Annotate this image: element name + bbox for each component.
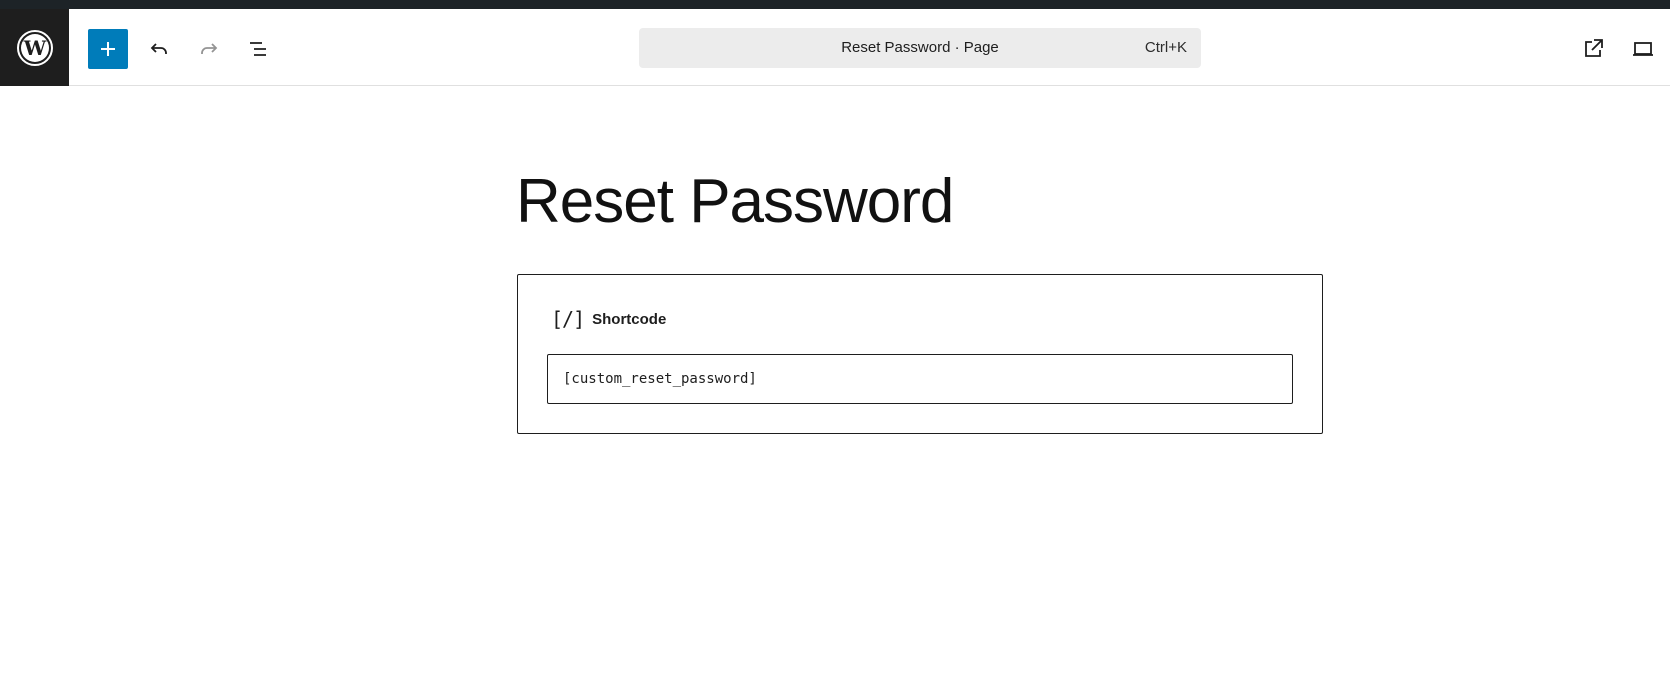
view-page-button[interactable]: [1573, 29, 1613, 69]
shortcode-input[interactable]: [custom_reset_password]: [547, 354, 1293, 404]
list-view-button[interactable]: [239, 29, 279, 69]
document-title: Reset Password · Page: [841, 39, 999, 56]
undo-icon: [150, 43, 167, 54]
undo-button[interactable]: [139, 29, 179, 69]
list-view-icon: [250, 42, 266, 56]
shortcode-icon: [/]: [551, 307, 585, 331]
plus-icon: [101, 42, 115, 56]
block-label: [/] Shortcode: [551, 305, 666, 333]
editor-canvas: Reset Password [/] Shortcode [custom_res…: [0, 87, 1670, 677]
block-name: Shortcode: [592, 310, 667, 328]
add-block-button[interactable]: [88, 29, 128, 69]
svg-text:W: W: [22, 36, 46, 60]
preview-device-button[interactable]: [1623, 29, 1663, 69]
top-strip: [0, 0, 1670, 9]
page-title[interactable]: Reset Password: [516, 162, 1316, 242]
editor-toolbar: W Reset Password · Page Ctrl+K: [0, 9, 1670, 86]
keyboard-shortcut: Ctrl+K: [1144, 39, 1187, 56]
wordpress-logo-icon: W: [16, 29, 53, 66]
redo-button[interactable]: [189, 29, 229, 69]
command-palette-button[interactable]: Reset Password · Page Ctrl+K: [639, 28, 1201, 68]
external-link-icon: [1585, 39, 1603, 57]
shortcode-block[interactable]: [/] Shortcode [custom_reset_password]: [517, 274, 1323, 434]
laptop-icon: [1633, 42, 1653, 56]
redo-icon: [201, 43, 218, 54]
wordpress-logo-button[interactable]: W: [0, 9, 69, 86]
